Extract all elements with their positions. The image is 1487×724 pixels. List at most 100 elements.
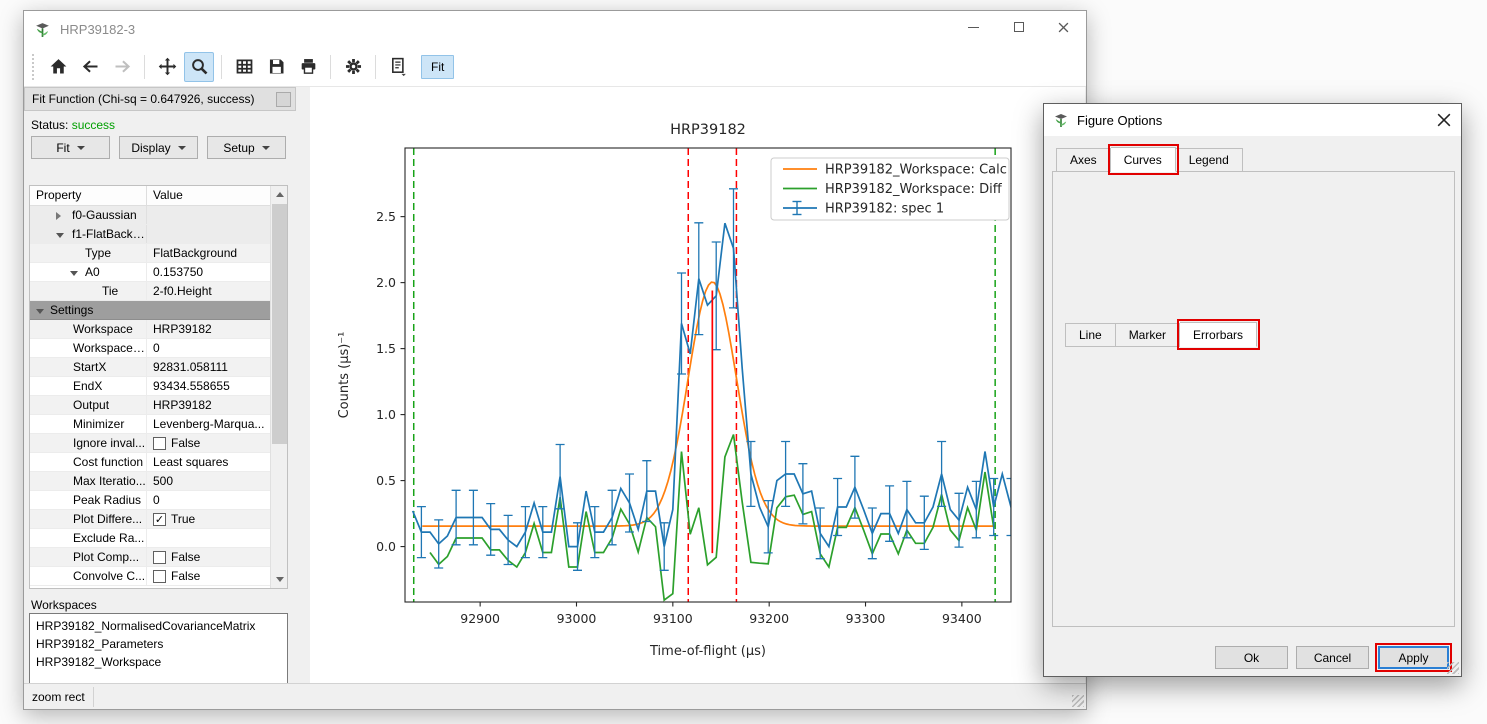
property-row[interactable]: TypeFlatBackground (30, 244, 270, 263)
plot-title: HRP39182 (670, 122, 746, 138)
maximize-button[interactable] (996, 11, 1041, 43)
property-row[interactable]: WorkspaceHRP39182 (30, 320, 270, 339)
checkbox-icon[interactable] (153, 551, 166, 564)
property-value: Least squares (147, 453, 270, 471)
property-row[interactable]: f1-FlatBackground (30, 225, 270, 244)
grid-button[interactable] (229, 52, 259, 82)
pan-icon (157, 56, 178, 77)
subtab-marker[interactable]: Marker (1116, 323, 1180, 347)
save-button[interactable] (261, 52, 291, 82)
tab-legend[interactable]: Legend (1176, 148, 1243, 172)
generate-script-button[interactable] (383, 52, 413, 82)
workspace-list-item[interactable]: HRP39182_Workspace (30, 653, 287, 671)
setup-menu-button[interactable]: Setup (207, 136, 286, 159)
property-row[interactable]: f0-Gaussian (30, 206, 270, 225)
property-row[interactable]: Plot Comp...False (30, 548, 270, 567)
property-table-rows: f0-Gaussian f1-FlatBackgroundTypeFlatBack… (30, 206, 270, 588)
property-table: Property Value f0-Gaussianf1-FlatBackgro… (29, 185, 288, 589)
svg-text:93200: 93200 (749, 611, 789, 626)
tab-axes[interactable]: Axes (1056, 148, 1111, 172)
tab-curves[interactable]: Curves (1111, 147, 1176, 172)
property-name: Minimizer (30, 417, 124, 431)
property-name: f0-Gaussian (30, 208, 137, 222)
property-value: 93434.558655 (147, 377, 270, 395)
curve-subtabs: Line Marker Errorbars (1065, 323, 1257, 347)
y-axis-label: Counts (μs)⁻¹ (337, 332, 352, 419)
dialog-title: Figure Options (1077, 113, 1162, 128)
apply-button[interactable]: Apply (1378, 646, 1449, 669)
property-name: Type (30, 246, 111, 260)
settings-button[interactable] (338, 52, 368, 82)
fit-toggle-button[interactable]: Fit (421, 55, 454, 79)
property-row[interactable]: Ignore inval...False (30, 434, 270, 453)
property-row[interactable]: EndX 93434.558655 (30, 377, 270, 396)
display-menu-button[interactable]: Display (119, 136, 198, 159)
expand-arrow-icon[interactable] (56, 212, 61, 220)
property-row[interactable]: Peak Radius0 (30, 491, 270, 510)
svg-text:2.0: 2.0 (376, 275, 396, 290)
main-window: HRP39182-3 (23, 10, 1087, 710)
property-row[interactable]: Max Iteratio...500 (30, 472, 270, 491)
property-row[interactable]: Exclude Ra... (30, 529, 270, 548)
scroll-down-icon[interactable] (271, 571, 288, 588)
forward-button[interactable] (107, 52, 137, 82)
pan-button[interactable] (152, 52, 182, 82)
zoom-button[interactable] (184, 52, 214, 82)
property-row[interactable]: Settings (30, 301, 270, 320)
property-row[interactable]: Plot Differe...✓True (30, 510, 270, 529)
property-name: Max Iteratio... (30, 474, 146, 488)
svg-text:0.5: 0.5 (376, 473, 396, 488)
ok-button[interactable]: Ok (1215, 646, 1288, 669)
dialog-resize-grip[interactable] (1447, 662, 1459, 674)
workspace-list-item[interactable]: HRP39182_Parameters (30, 635, 287, 653)
dock-header-label: Fit Function (Chi-sq = 0.647926, success… (32, 92, 254, 106)
scrollbar-thumb[interactable] (272, 204, 287, 444)
property-row[interactable]: A00.153750 (30, 263, 270, 282)
subtab-errorbars[interactable]: Errorbars (1180, 322, 1257, 347)
property-table-scrollbar[interactable] (270, 186, 287, 588)
window-title: HRP39182-3 (60, 22, 135, 37)
property-row[interactable]: Tie2-f0.Height (30, 282, 270, 301)
workspace-list-item[interactable]: HRP39182_NormalisedCovarianceMatrix (30, 617, 287, 635)
property-row[interactable]: Cost functionLeast squares (30, 453, 270, 472)
fit-function-dock-header[interactable]: Fit Function (Chi-sq = 0.647926, success… (24, 87, 296, 111)
property-row[interactable]: MinimizerLevenberg-Marqua... (30, 415, 270, 434)
property-value: ✓True (147, 510, 270, 528)
svg-text:93100: 93100 (653, 611, 693, 626)
resize-grip[interactable] (1072, 695, 1084, 707)
property-name: Workspace ... (30, 341, 146, 355)
toolbar-handle[interactable] (32, 54, 35, 80)
toolbar-separator (144, 55, 145, 79)
statusbar: zoom rect (24, 683, 1086, 709)
fit-menu-button[interactable]: Fit (31, 136, 110, 159)
legend-entry: HRP39182_Workspace: Calc (825, 163, 1007, 178)
home-button[interactable] (43, 52, 73, 82)
property-value: False (147, 434, 270, 452)
property-name: A0 (30, 265, 100, 279)
property-row[interactable]: Convolve C...False (30, 567, 270, 586)
property-row[interactable]: Workspace ...0 (30, 339, 270, 358)
print-button[interactable] (293, 52, 323, 82)
collapse-arrow-icon[interactable] (70, 271, 78, 276)
collapse-arrow-icon[interactable] (36, 309, 44, 314)
checkbox-icon[interactable] (153, 437, 166, 450)
checkbox-icon[interactable]: ✓ (153, 513, 166, 526)
minimize-button[interactable] (951, 11, 996, 43)
close-icon (1058, 22, 1069, 33)
property-row[interactable]: OutputHRP39182 (30, 396, 270, 415)
checkbox-icon[interactable] (153, 570, 166, 583)
dialog-close-icon[interactable] (1437, 113, 1451, 127)
property-row[interactable]: StartX92831.058111 (30, 358, 270, 377)
plot-canvas[interactable]: 9290093000931009320093300934000.00.51.01… (331, 106, 1061, 681)
dock-float-button[interactable] (276, 92, 291, 107)
close-button[interactable] (1041, 11, 1086, 43)
script-icon (388, 56, 409, 77)
cancel-button[interactable]: Cancel (1296, 646, 1369, 669)
collapse-arrow-icon[interactable] (56, 233, 64, 238)
back-button[interactable] (75, 52, 105, 82)
legend-entry: HRP39182: spec 1 (825, 202, 944, 217)
workspaces-list: HRP39182_NormalisedCovarianceMatrixHRP39… (29, 613, 288, 687)
scroll-up-icon[interactable] (271, 186, 288, 203)
subtab-line[interactable]: Line (1065, 323, 1116, 347)
property-name: EndX (30, 379, 102, 393)
